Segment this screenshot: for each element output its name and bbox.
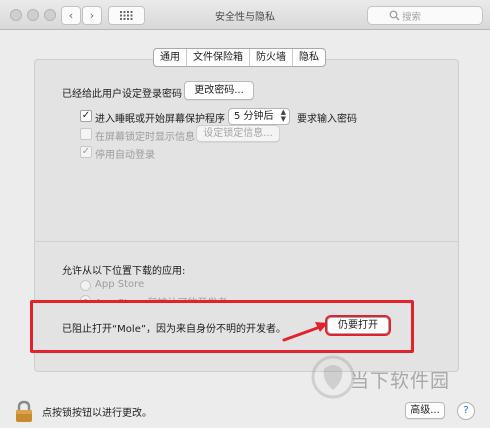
open-anyway-button[interactable]: 仍要打开 [327,317,389,334]
tab-general[interactable]: 通用 [154,49,186,66]
watermark-text: 当下软件园 [350,370,451,392]
back-button[interactable]: ‹ [61,6,81,25]
radio-app-store[interactable] [80,280,91,291]
checkmark-icon: ✓ [81,110,91,121]
blocked-app-message: 已阻止打开“Mole”，因为来自身份不明的开发者。 [62,324,287,335]
annotation-arrow-icon [282,322,328,342]
disable-autologin-checkbox[interactable]: ✓ [80,146,92,158]
show-all-button[interactable] [108,6,145,25]
search-icon [389,10,400,21]
password-set-label: 已经给此用户设定登录密码 [62,89,182,100]
chevron-right-icon: › [89,9,95,22]
radio-app-store-label: App Store [95,279,145,290]
allow-downloads-label: 允许从以下位置下载的应用: [62,266,186,277]
show-message-label: 在屏幕锁定时显示信息 [95,132,195,143]
disable-autologin-label: 停用自动登录 [95,150,155,161]
help-button[interactable]: ? [457,402,475,420]
lock-icon[interactable] [13,400,35,424]
set-lock-message-button[interactable]: 设定锁定信息... [196,125,280,142]
grid-icon [120,11,133,20]
close-window-button[interactable] [10,9,22,21]
password-delay-select[interactable]: 5 分钟后 ▲ ▼ [228,108,290,125]
zoom-window-button[interactable] [44,9,56,21]
tab-privacy[interactable]: 隐私 [292,49,325,66]
change-password-button[interactable]: 更改密码... [184,81,254,100]
require-password-checkbox[interactable]: ✓ [80,110,92,122]
search-input[interactable]: 搜索 [367,6,483,25]
chevron-left-icon: ‹ [68,9,74,22]
title-bar: ‹ › 安全性与隐私 搜索 [0,0,490,30]
minimize-window-button[interactable] [27,9,39,21]
show-message-checkbox[interactable] [80,128,92,140]
tab-bar: 通用 文件保险箱 防火墙 隐私 [153,48,326,67]
lock-instruction-text: 点按锁按钮以进行更改。 [42,408,152,419]
checkmark-icon: ✓ [81,146,91,157]
forward-button[interactable]: › [82,6,102,25]
updown-chevron-icon: ▲ ▼ [280,108,286,123]
section-divider [34,241,459,242]
advanced-button[interactable]: 高级... [405,402,445,419]
require-password-label: 进入睡眠或开始屏幕保护程序 [95,114,225,125]
tab-firewall[interactable]: 防火墙 [249,49,292,66]
tab-filevault[interactable]: 文件保险箱 [186,49,249,66]
password-delay-value: 5 分钟后 [234,111,274,122]
search-placeholder: 搜索 [402,11,422,23]
require-password-suffix: 要求输入密码 [297,114,357,125]
